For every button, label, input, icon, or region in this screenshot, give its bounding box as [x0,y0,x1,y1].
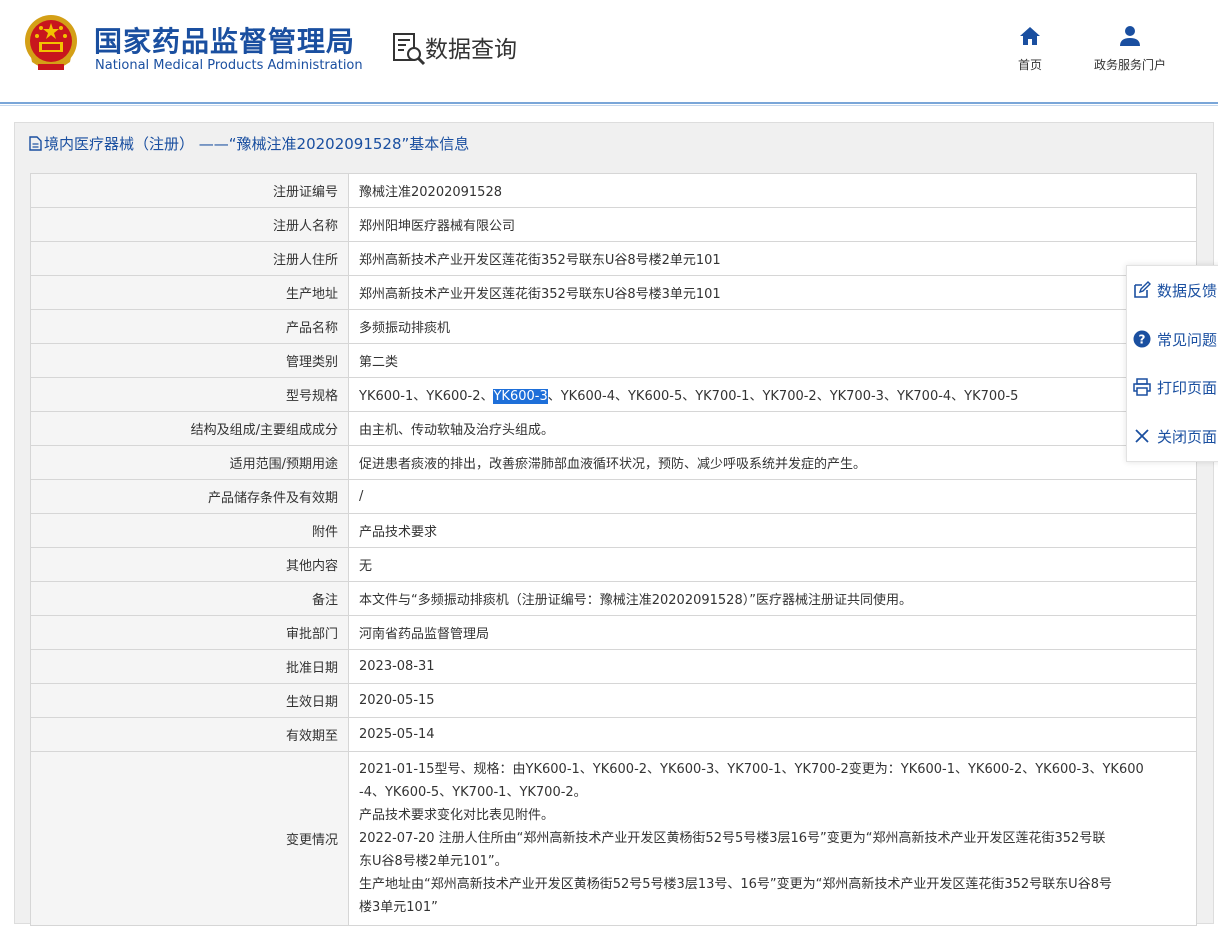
table-row: 生效日期 2020-05-15 [30,683,1197,718]
site-header: 国家药品监督管理局 National Medical Products Admi… [0,0,1218,104]
question-icon: ? [1133,330,1151,348]
panel-title: 境内医疗器械（注册） ——“豫械注准20202091528”基本信息 [29,133,469,154]
row-label: 生产地址 [30,275,349,310]
change-line: -4、YK600-5、YK700-1、YK700-2。 [359,785,587,800]
table-row: 备注 本文件与“多频振动排痰机（注册证编号：豫械注准20202091528）”医疗… [30,581,1197,616]
user-icon [1120,26,1140,46]
close-page-button[interactable]: 关闭页面 [1133,423,1217,449]
row-label: 产品储存条件及有效期 [30,479,349,514]
row-value: 多频振动排痰机 [348,309,1197,344]
model-spec-text-after: 、YK600-4、YK600-5、YK700-1、YK700-2、YK700-3… [547,389,1019,404]
data-query-icon [393,33,426,66]
table-row: 适用范围/预期用途 促进患者痰液的排出，改善瘀滞肺部血液循环状况，预防、减少呼吸系… [30,445,1197,480]
document-icon [29,136,42,151]
row-label: 批准日期 [30,649,349,684]
nav-service-label: 政务服务门户 [1093,58,1166,72]
table-row: 其他内容无 [30,547,1197,582]
print-button[interactable]: 打印页面 [1133,374,1217,400]
change-line: 楼3单元101” [359,900,438,915]
table-row: 注册人住所 郑州高新技术产业开发区莲花街352号联东U谷8号楼2单元101 [30,241,1197,276]
side-toolbar: 数据反馈 ? 常见问题 打印页面 关闭页面 [1126,265,1218,462]
row-value: 豫械注准20202091528 [348,173,1197,208]
row-label: 其他内容 [30,547,349,582]
table-row: 注册人名称 郑州阳坤医疗器械有限公司 [30,207,1197,242]
org-name-cn: 国家药品监督管理局 [94,25,356,58]
row-label: 生效日期 [30,683,349,718]
row-label: 附件 [30,513,349,548]
row-value: 产品技术要求 [348,513,1197,548]
changes-value: 2021-01-15型号、规格：由YK600-1、YK600-2、YK600-3… [348,751,1197,926]
svg-text:?: ? [1139,333,1146,347]
panel-title-text: 境内医疗器械（注册） ——“豫械注准20202091528”基本信息 [44,135,470,153]
row-label: 审批部门 [30,615,349,650]
change-line: 2021-01-15型号、规格：由YK600-1、YK600-2、YK600-3… [359,762,1144,777]
info-table: 注册证编号 豫械注准20202091528 注册人名称 郑州阳坤医疗器械有限公司 注… [30,173,1197,926]
change-line: 2022-07-20 注册人住所由“郑州高新技术产业开发区黄杨街52号5号楼3层… [359,831,1106,846]
row-value: / [348,479,1197,514]
row-value: 郑州高新技术产业开发区莲花街352号联东U谷8号楼3单元101 [348,275,1197,310]
row-label: 变更情况 [30,751,349,926]
row-label: 适用范围/预期用途 [30,445,349,480]
feedback-label: 数据反馈 [1157,281,1218,300]
table-row: 有效期至 2025-05-14 [30,717,1197,752]
nav-home-label: 首页 [1017,58,1042,72]
table-row: 生产地址 郑州高新技术产业开发区莲花街352号联东U谷8号楼3单元101 [30,275,1197,310]
change-line: 生产地址由“郑州高新技术产业开发区黄杨街52号5号楼3层13号、16号”变更为“… [359,877,1112,892]
feedback-button[interactable]: 数据反馈 [1133,277,1217,303]
row-value: 2025-05-14 [348,717,1197,752]
table-row: 批准日期 2023-08-31 [30,649,1197,684]
row-value-model-spec: YK600-1、YK600-2、YK600-3、YK600-4、YK600-5、… [348,377,1197,412]
section-title: 数据查询 [425,37,517,63]
close-icon [1135,429,1149,443]
row-label: 注册证编号 [30,173,349,208]
row-value: 促进患者痰液的排出，改善瘀滞肺部血液循环状况，预防、减少呼吸系统并发症的产生。 [348,445,1197,480]
change-line: 产品技术要求变化对比表见附件。 [359,808,555,823]
row-value: 由主机、传动软轴及治疗头组成。 [348,411,1197,446]
national-emblem-icon [25,15,77,70]
table-row: 审批部门 河南省药品监督管理局 [30,615,1197,650]
row-value: 无 [348,547,1197,582]
model-spec-text-before: YK600-1、YK600-2、 [359,389,494,404]
row-value: 2020-05-15 [348,683,1197,718]
table-row-changes: 变更情况 2021-01-15型号、规格：由YK600-1、YK600-2、YK… [30,751,1197,926]
row-label: 结构及组成/主要组成成分 [30,411,349,446]
table-row: 型号规格 YK600-1、YK600-2、YK600-3、YK600-4、YK60… [30,377,1197,412]
row-label: 产品名称 [30,309,349,344]
table-row: 结构及组成/主要组成成分 由主机、传动软轴及治疗头组成。 [30,411,1197,446]
row-label: 注册人名称 [30,207,349,242]
row-label: 有效期至 [30,717,349,752]
faq-button[interactable]: ? 常见问题 [1133,326,1217,352]
table-row: 管理类别 第二类 [30,343,1197,378]
row-label: 注册人住所 [30,241,349,276]
print-icon [1133,378,1151,396]
row-value: 郑州高新技术产业开发区莲花街352号联东U谷8号楼2单元101 [348,241,1197,276]
row-label: 型号规格 [30,377,349,412]
org-name-en: National Medical Products Administration [95,58,363,73]
edit-icon [1134,281,1151,298]
selected-text: YK600-3 [493,389,548,404]
row-value: 2023-08-31 [348,649,1197,684]
header-divider [0,102,1218,104]
header-divider-thin [0,105,1218,106]
close-label: 关闭页面 [1157,427,1218,446]
row-label: 备注 [30,581,349,616]
table-row: 注册证编号 豫械注准20202091528 [30,173,1197,208]
print-label: 打印页面 [1157,378,1218,397]
row-value: 河南省药品监督管理局 [348,615,1197,650]
nav-home-link[interactable]: 首页 [1006,24,1054,73]
row-value: 郑州阳坤医疗器械有限公司 [348,207,1197,242]
row-label: 管理类别 [30,343,349,378]
table-row: 产品名称 多频振动排痰机 [30,309,1197,344]
change-line: 东U谷8号楼2单元101”。 [359,854,508,869]
table-row: 产品储存条件及有效期 / [30,479,1197,514]
detail-panel: 境内医疗器械（注册） ——“豫械注准20202091528”基本信息 注册证编号… [14,122,1214,926]
home-icon [1020,27,1040,45]
row-value: 本文件与“多频振动排痰机（注册证编号：豫械注准20202091528）”医疗器械… [348,581,1197,616]
faq-label: 常见问题 [1157,330,1218,349]
nav-service-portal-link[interactable]: 政务服务门户 [1080,24,1180,73]
table-row: 附件 产品技术要求 [30,513,1197,548]
row-value: 第二类 [348,343,1197,378]
